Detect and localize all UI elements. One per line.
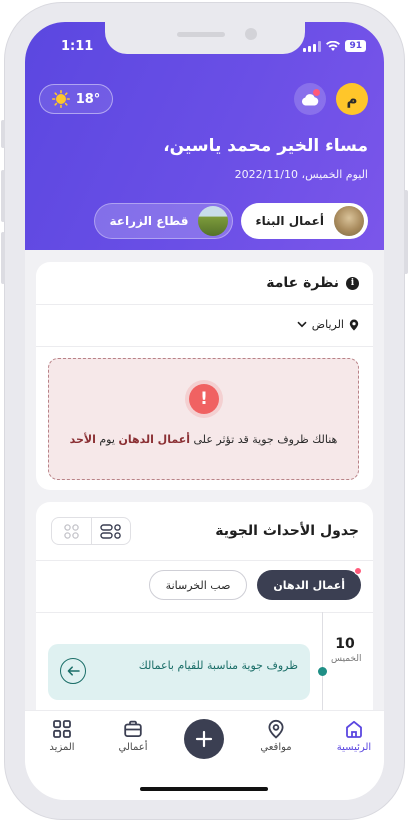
battery-indicator: 91	[345, 40, 366, 52]
activity-tabs: صب الخرسانة أعمال الدهان	[148, 567, 362, 600]
agriculture-thumbnail	[198, 206, 229, 236]
tab-notification-dot	[354, 567, 362, 575]
view-toggle	[51, 517, 131, 545]
phone-side-button	[1, 170, 5, 222]
location-pin-icon	[268, 719, 284, 739]
nav-home[interactable]: الرئيسية	[324, 719, 384, 753]
nav-more[interactable]: المزيد	[32, 719, 92, 753]
notification-dot	[313, 89, 320, 96]
alert-icon: !	[189, 384, 219, 414]
nav-works-label: أعمالي	[118, 742, 148, 753]
chevron-down-icon	[297, 321, 307, 328]
construction-thumbnail	[334, 206, 364, 236]
alert-activity: أعمال الدهان	[118, 433, 191, 446]
divider	[36, 560, 373, 561]
speaker	[177, 32, 225, 37]
overview-title-text: نظرة عامة	[266, 275, 339, 291]
plus-icon	[195, 730, 213, 748]
timeline-dot	[318, 667, 327, 676]
alert-text-before: هنالك ظروف جوية قد تؤثر على	[193, 433, 338, 446]
sector-tabs: قطاع الزراعة أعمال البناء	[94, 203, 368, 239]
overview-card: نظرة عامة i الرياض ! هنالك ظروف جوية قد …	[36, 262, 373, 490]
sector-tab-agriculture[interactable]: قطاع الزراعة	[94, 203, 234, 239]
event-date: 10 الخميس	[331, 636, 362, 664]
nav-my-works[interactable]: أعمالي	[103, 719, 163, 753]
event-text: ظروف جوية مناسبة للقيام باعمالك	[138, 659, 298, 672]
divider	[36, 304, 373, 305]
arrow-left-icon[interactable]	[60, 658, 86, 684]
alert-message: هنالك ظروف جوية قد تؤثر على أعمال الدهان…	[63, 431, 344, 449]
info-icon[interactable]: i	[346, 276, 359, 290]
phone-side-button	[404, 190, 408, 274]
grid-icon	[53, 720, 71, 738]
greeting: مساء الخير محمد ياسين،	[163, 136, 368, 156]
nav-locations-label: مواقعي	[260, 742, 292, 753]
overview-title: نظرة عامة i	[266, 275, 359, 291]
phone-side-button	[1, 120, 5, 148]
header: 1:11 91 18° م مساء الخير محمد ياسين، الي…	[25, 22, 384, 250]
avatar[interactable]: م	[336, 83, 368, 115]
location-name: الرياض	[311, 318, 344, 331]
sun-icon	[51, 90, 70, 108]
status-time: 1:11	[61, 39, 94, 54]
nav-home-label: الرئيسية	[336, 742, 372, 753]
schedule-title: جدول الأحداث الجوية	[215, 523, 359, 539]
nav-my-locations[interactable]: مواقعي	[246, 719, 306, 753]
briefcase-icon	[124, 720, 142, 738]
tab-label: أعمال الدهان	[273, 578, 345, 592]
bottom-nav: الرئيسية مواقعي أعمالي المزيد	[25, 710, 384, 800]
temperature: 18°	[75, 91, 101, 107]
date-number: 10	[335, 636, 355, 652]
signal-icon	[303, 40, 322, 52]
home-indicator	[140, 787, 268, 791]
location-pin-icon	[349, 319, 359, 330]
nav-more-label: المزيد	[49, 742, 75, 753]
sector-label: قطاع الزراعة	[109, 214, 189, 228]
sector-tab-construction[interactable]: أعمال البناء	[241, 203, 368, 239]
camera	[245, 28, 257, 40]
tab-concrete-pouring[interactable]: صب الخرسانة	[148, 570, 248, 600]
add-button[interactable]	[184, 719, 224, 759]
alert-day: الأحد	[69, 433, 96, 446]
weather-alert: ! هنالك ظروف جوية قد تؤثر على أعمال الده…	[48, 358, 359, 480]
tab-painting-works[interactable]: أعمال الدهان	[257, 567, 362, 600]
phone-side-button	[1, 232, 5, 284]
location-selector[interactable]: الرياض	[297, 318, 359, 331]
divider	[36, 346, 373, 347]
alert-text-middle: يوم	[99, 433, 115, 446]
weather-pill[interactable]: 18°	[39, 84, 113, 114]
grid-view-icon[interactable]	[52, 518, 91, 544]
weather-schedule-card: جدول الأحداث الجوية صب الخرسانة أعمال ال…	[36, 502, 373, 762]
sector-label: أعمال البناء	[255, 214, 324, 228]
status-icons: 91	[303, 40, 366, 52]
list-view-icon[interactable]	[90, 518, 131, 544]
notch	[105, 22, 305, 54]
date-line: اليوم الخميس، 2022/11/10	[234, 168, 368, 181]
app-screen: 1:11 91 18° م مساء الخير محمد ياسين، الي…	[25, 22, 384, 800]
wifi-icon	[326, 40, 341, 51]
date-day: الخميس	[331, 654, 362, 664]
event-card[interactable]: ظروف جوية مناسبة للقيام باعمالك	[48, 644, 310, 700]
notifications-button[interactable]	[294, 83, 326, 115]
home-icon	[346, 720, 362, 738]
